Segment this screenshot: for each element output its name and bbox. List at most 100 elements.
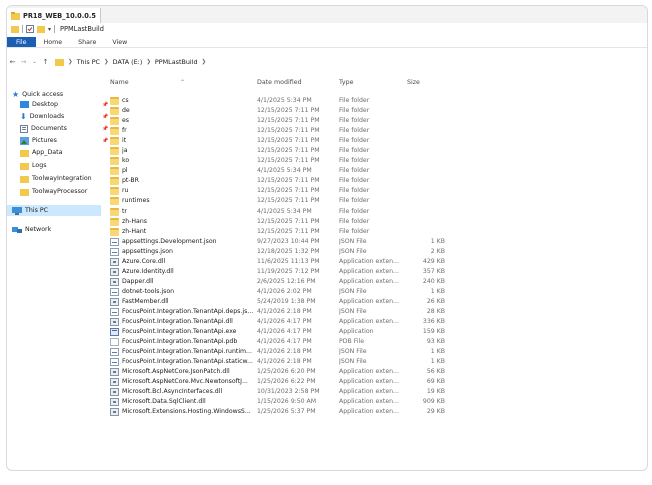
dll-file-icon [110, 398, 119, 407]
window-tab[interactable]: PR18_WEB_10.0.0.5 [7, 8, 101, 23]
file-name: it [122, 137, 127, 145]
nav-item-toolway-processor[interactable]: ToolwayProcessor [20, 186, 87, 197]
file-name: es [122, 117, 130, 125]
file-row[interactable]: it 12/15/2025 7:11 PM File folder [107, 136, 647, 146]
computer-icon [12, 206, 22, 215]
ribbon-tab-home[interactable]: Home [36, 37, 71, 47]
file-row[interactable]: FocusPoint.Integration.TenantApi.dll 4/1/… [107, 317, 647, 327]
file-row[interactable]: ja 12/15/2025 7:11 PM File folder [107, 146, 647, 156]
chevron-right-icon[interactable]: ❯ [68, 59, 73, 65]
file-row[interactable]: Azure.Core.dll 11/6/2025 11:13 PM Applicat… [107, 257, 647, 267]
file-row[interactable]: FocusPoint.Integration.TenantApi.deps.js… [107, 307, 647, 317]
file-row[interactable]: Microsoft.AspNetCore.Mvc.NewtonsoftJ... 1… [107, 377, 647, 387]
nav-network[interactable]: Network [12, 224, 51, 235]
file-row[interactable]: Azure.Identity.dll 11/19/2025 7:12 PM Appl… [107, 267, 647, 277]
folder-icon [110, 187, 119, 196]
breadcrumb-this-pc[interactable]: This PC [77, 58, 100, 66]
nav-item-desktop[interactable]: Desktop 📌 [20, 99, 108, 110]
new-folder-icon[interactable] [37, 25, 45, 33]
file-row[interactable]: es 12/15/2025 7:11 PM File folder [107, 116, 647, 126]
file-row[interactable]: ko 12/15/2025 7:11 PM File folder [107, 156, 647, 166]
file-row[interactable]: Dapper.dll 2/6/2025 12:16 PM Application e… [107, 277, 647, 287]
file-row[interactable]: FocusPoint.Integration.TenantApi.exe 4/1/… [107, 327, 647, 337]
nav-item-pictures[interactable]: Pictures 📌 [20, 135, 108, 146]
json-file-icon [110, 348, 119, 357]
file-row[interactable]: de 12/15/2025 7:11 PM File folder [107, 106, 647, 116]
nav-item-app-data[interactable]: App_Data [20, 147, 63, 158]
breadcrumb-ppmlastbuild[interactable]: PPMLastBuild [155, 58, 198, 66]
file-row[interactable]: ru 12/15/2025 7:11 PM File folder [107, 186, 647, 196]
file-row[interactable]: appsettings.json 12/18/2025 1:32 PM JSON F… [107, 247, 647, 257]
network-icon [12, 226, 22, 233]
file-name: FocusPoint.Integration.TenantApi.runtim.… [122, 348, 252, 356]
dll-file-icon [110, 368, 119, 377]
file-row[interactable]: zh-Hans 12/15/2025 7:11 PM File folder [107, 217, 647, 227]
file-row[interactable]: FocusPoint.Integration.TenantApi.pdb 4/1/… [107, 337, 647, 347]
file-explorer-window: PR18_WEB_10.0.0.5 ▾ PPMLastBuild File Ho… [6, 5, 648, 471]
column-header-type[interactable]: Type [339, 79, 353, 86]
file-name: FocusPoint.Integration.TenantApi.pdb [122, 338, 238, 346]
file-row[interactable]: Microsoft.Extensions.Hosting.WindowsS...… [107, 407, 647, 417]
up-arrow-icon[interactable]: ↑ [40, 58, 51, 66]
file-row[interactable]: Microsoft.Data.SqlClient.dll 1/15/2026 9:… [107, 397, 647, 407]
file-row[interactable]: cs 4/1/2025 5:34 PM File folder [107, 96, 647, 106]
nav-this-pc[interactable]: This PC [7, 205, 101, 216]
breadcrumb-data-drive[interactable]: DATA (E:) [113, 58, 143, 66]
file-name: Azure.Core.dll [122, 257, 166, 265]
file-date-modified: 12/15/2025 7:11 PM [257, 177, 320, 185]
file-row[interactable]: runtimes 12/15/2025 7:11 PM File folder [107, 196, 647, 206]
column-header-date[interactable]: Date modified [257, 79, 302, 86]
dll-file-icon [110, 257, 119, 266]
file-name: dotnet-tools.json [122, 287, 175, 295]
nav-item-documents[interactable]: Documents 📌 [20, 123, 108, 134]
file-row[interactable]: zh-Hant 12/15/2025 7:11 PM File folder [107, 227, 647, 237]
forward-arrow-icon[interactable]: → [18, 58, 29, 66]
file-name: Azure.Identity.dll [122, 267, 174, 275]
file-row[interactable]: pl 4/1/2025 5:34 PM File folder [107, 166, 647, 176]
recent-dropdown-icon[interactable]: ⌄ [29, 59, 40, 65]
documents-icon [20, 124, 28, 133]
file-size: 56 KB [426, 368, 445, 376]
file-date-modified: 1/25/2026 6:20 PM [257, 368, 316, 376]
file-date-modified: 4/1/2025 5:34 PM [257, 167, 312, 175]
file-row[interactable]: tr 4/1/2025 5:34 PM File folder [107, 207, 647, 217]
qat-dropdown-icon[interactable]: ▾ [48, 26, 51, 33]
ribbon-tab-share[interactable]: Share [70, 37, 104, 47]
ribbon-tab-file[interactable]: File [7, 37, 36, 47]
file-date-modified: 12/15/2025 7:11 PM [257, 117, 320, 125]
nav-item-downloads[interactable]: ⬇ Downloads 📌 [20, 111, 108, 122]
chevron-right-icon[interactable]: ❯ [104, 59, 109, 65]
file-date-modified: 11/6/2025 11:13 PM [257, 257, 320, 265]
json-file-icon [110, 237, 119, 246]
file-row[interactable]: FastMember.dll 5/24/2019 1:38 PM Applicati… [107, 297, 647, 307]
nav-item-label: ToolwayIntegration [32, 175, 92, 182]
file-row[interactable]: Microsoft.AspNetCore.JsonPatch.dll 1/25/2… [107, 367, 647, 377]
file-size: 1 KB [430, 287, 445, 295]
file-name: de [122, 107, 130, 115]
file-type: Application exten... [339, 378, 399, 386]
file-row[interactable]: FocusPoint.Integration.TenantApi.runtim.… [107, 347, 647, 357]
nav-item-logs[interactable]: Logs [20, 160, 47, 171]
chevron-right-icon[interactable]: ❯ [202, 59, 207, 65]
file-row[interactable]: pt-BR 12/15/2025 7:11 PM File folder [107, 176, 647, 186]
file-date-modified: 4/1/2026 4:17 PM [257, 318, 312, 326]
file-row[interactable]: Microsoft.Bcl.AsyncInterfaces.dll 10/31/2… [107, 387, 647, 397]
ribbon-tab-view[interactable]: View [104, 37, 135, 47]
file-row[interactable]: fr 12/15/2025 7:11 PM File folder [107, 126, 647, 136]
back-arrow-icon[interactable]: ← [7, 58, 18, 66]
dll-file-icon [110, 297, 119, 306]
file-row[interactable]: FocusPoint.Integration.TenantApi.staticw… [107, 357, 647, 367]
column-header-name[interactable]: Name [110, 79, 129, 86]
file-size: 240 KB [422, 277, 445, 285]
file-row[interactable]: dotnet-tools.json 4/1/2026 2:02 PM JSON Fi… [107, 287, 647, 297]
file-size: 19 KB [426, 388, 445, 396]
file-name: FocusPoint.Integration.TenantApi.exe [122, 328, 237, 336]
file-size: 1 KB [430, 237, 445, 245]
nav-item-toolway-integration[interactable]: ToolwayIntegration [20, 173, 92, 184]
column-header-size[interactable]: Size [407, 79, 420, 86]
window-tab-title: PR18_WEB_10.0.0.5 [23, 11, 96, 20]
file-row[interactable]: appsettings.Development.json 9/27/2023 10… [107, 237, 647, 247]
chevron-right-icon[interactable]: ❯ [146, 59, 151, 65]
folder-title: PPMLastBuild [60, 25, 104, 33]
properties-icon[interactable] [26, 25, 34, 33]
